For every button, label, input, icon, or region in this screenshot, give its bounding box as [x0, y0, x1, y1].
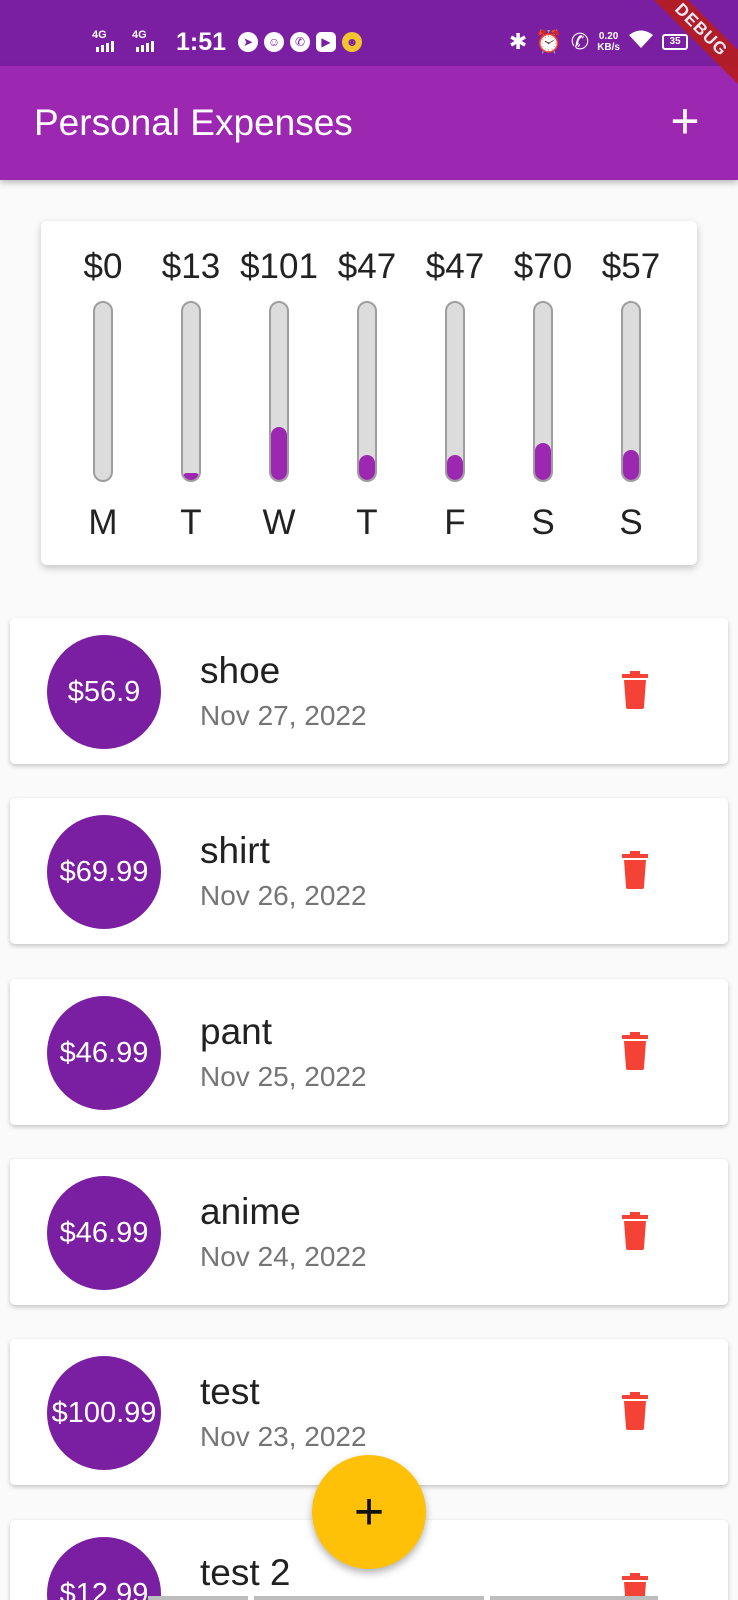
bar-fill: [623, 449, 639, 480]
transaction-title: test 2: [200, 1552, 291, 1593]
app-title: Personal Expenses: [34, 102, 353, 143]
bar-amount-label: $47: [337, 247, 397, 286]
trash-icon: [622, 1212, 648, 1250]
bar-amount-label: $0: [83, 247, 123, 286]
bar-fill: [535, 442, 551, 480]
trash-icon: [622, 1032, 648, 1070]
chart-bar-0: $0 M: [59, 221, 147, 565]
nav-hint: [254, 1596, 484, 1600]
wifi-icon: [628, 29, 654, 55]
transaction-date: Nov 23, 2022: [200, 1421, 367, 1452]
chart-bar-4: $47 F: [411, 221, 499, 565]
transaction-title: pant: [200, 1011, 273, 1052]
transaction-date: Nov 26, 2022: [200, 880, 367, 911]
chart-bar-6: $57 S: [587, 221, 675, 565]
signal-icon: 4G: [92, 29, 126, 55]
chart-bar-1: $13 T: [147, 221, 235, 565]
delete-button[interactable]: [618, 671, 652, 711]
transaction-date: Nov 24, 2022: [200, 1241, 367, 1272]
amount-avatar: $100.99: [47, 1356, 161, 1470]
bar-day-label: M: [88, 503, 118, 542]
add-transaction-fab[interactable]: +: [312, 1455, 426, 1569]
wifi-calling-icon: ✆: [570, 29, 590, 54]
amount-avatar: $56.9: [47, 635, 161, 749]
bar-amount-label: $70: [513, 247, 573, 286]
amount-avatar: $46.99: [47, 996, 161, 1110]
transaction-item: $56.9 shoe Nov 27, 2022: [10, 618, 728, 764]
bar-track: [621, 301, 641, 482]
snapchat-icon: ☺: [264, 32, 285, 52]
bar-day-label: F: [444, 503, 466, 542]
amount-avatar: $69.99: [47, 815, 161, 929]
bar-fill: [183, 473, 199, 480]
plus-icon: +: [353, 1483, 385, 1541]
bar-day-label: W: [262, 503, 296, 542]
bar-track: [269, 301, 289, 482]
status-left: 4G 4G 1:51 ➤ ☺ ✆ ▶ ☻: [92, 22, 363, 62]
status-right: ✱ ⏰ ✆ 0.20 KB/s 35: [509, 24, 688, 60]
trash-icon: [622, 1392, 648, 1430]
delete-button[interactable]: [618, 1032, 652, 1072]
bar-amount-label: $47: [425, 247, 485, 286]
add-transaction-button[interactable]: +: [660, 96, 710, 146]
status-time: 1:51: [176, 27, 227, 56]
bluetooth-icon: ✱: [508, 29, 528, 54]
transaction-title: test: [200, 1371, 260, 1412]
youtube-icon: ▶: [316, 32, 337, 52]
signal-icon-2: 4G: [132, 29, 166, 55]
chart-bar-5: $70 S: [499, 221, 587, 565]
bar-amount-label: $57: [601, 247, 661, 286]
nav-hint: [490, 1596, 658, 1600]
transaction-item: $46.99 anime Nov 24, 2022: [10, 1159, 728, 1305]
delete-button[interactable]: [618, 1212, 652, 1252]
network-speed: 0.20 KB/s: [597, 31, 620, 53]
nav-hint: [148, 1596, 248, 1600]
transaction-date: Nov 27, 2022: [200, 700, 367, 731]
bar-day-label: S: [531, 503, 555, 542]
bar-day-label: S: [619, 503, 643, 542]
status-bar: 4G 4G 1:51 ➤ ☺ ✆ ▶ ☻ ✱ ⏰ ✆ 0.20 KB/s 35: [0, 0, 738, 66]
bar-fill: [271, 426, 287, 480]
bar-track: [357, 301, 377, 482]
chart-bar-2: $101 W: [235, 221, 323, 565]
trash-icon: [622, 851, 648, 889]
bar-track: [181, 301, 201, 482]
chart-bar-3: $47 T: [323, 221, 411, 565]
app-bar: Personal Expenses +: [0, 66, 738, 180]
trash-icon: [622, 671, 648, 709]
weekly-chart: $0 M $13 T $101 W $47 T $47 F $70 S $57 …: [41, 221, 697, 565]
screen: 4G 4G 1:51 ➤ ☺ ✆ ▶ ☻ ✱ ⏰ ✆ 0.20KB/s 35: [0, 0, 738, 1600]
transaction-item: $69.99 shirt Nov 26, 2022: [10, 798, 728, 944]
bar-amount-label: $101: [240, 247, 318, 286]
bar-fill: [359, 455, 375, 480]
alarm-icon: ⏰: [535, 29, 563, 54]
bar-track: [93, 301, 113, 482]
delete-button[interactable]: [618, 1392, 652, 1432]
plus-icon: +: [670, 93, 700, 149]
battery-icon: 35: [662, 34, 688, 50]
whatsapp-icon: ✆: [290, 32, 311, 52]
telegram-icon: ➤: [238, 32, 259, 52]
transaction-title: anime: [200, 1191, 301, 1232]
bar-track: [445, 301, 465, 482]
amount-avatar: $12.99: [47, 1537, 161, 1600]
bar-amount-label: $13: [161, 247, 221, 286]
bar-fill: [447, 455, 463, 480]
emoji-icon: ☻: [342, 32, 363, 52]
delete-button[interactable]: [618, 851, 652, 891]
transaction-item: $46.99 pant Nov 25, 2022: [10, 979, 728, 1125]
amount-avatar: $46.99: [47, 1176, 161, 1290]
transaction-date: Nov 25, 2022: [200, 1061, 367, 1092]
bar-day-label: T: [180, 503, 202, 542]
transaction-title: shirt: [200, 830, 270, 871]
bar-day-label: T: [356, 503, 378, 542]
transaction-title: shoe: [200, 650, 281, 691]
bar-track: [533, 301, 553, 482]
